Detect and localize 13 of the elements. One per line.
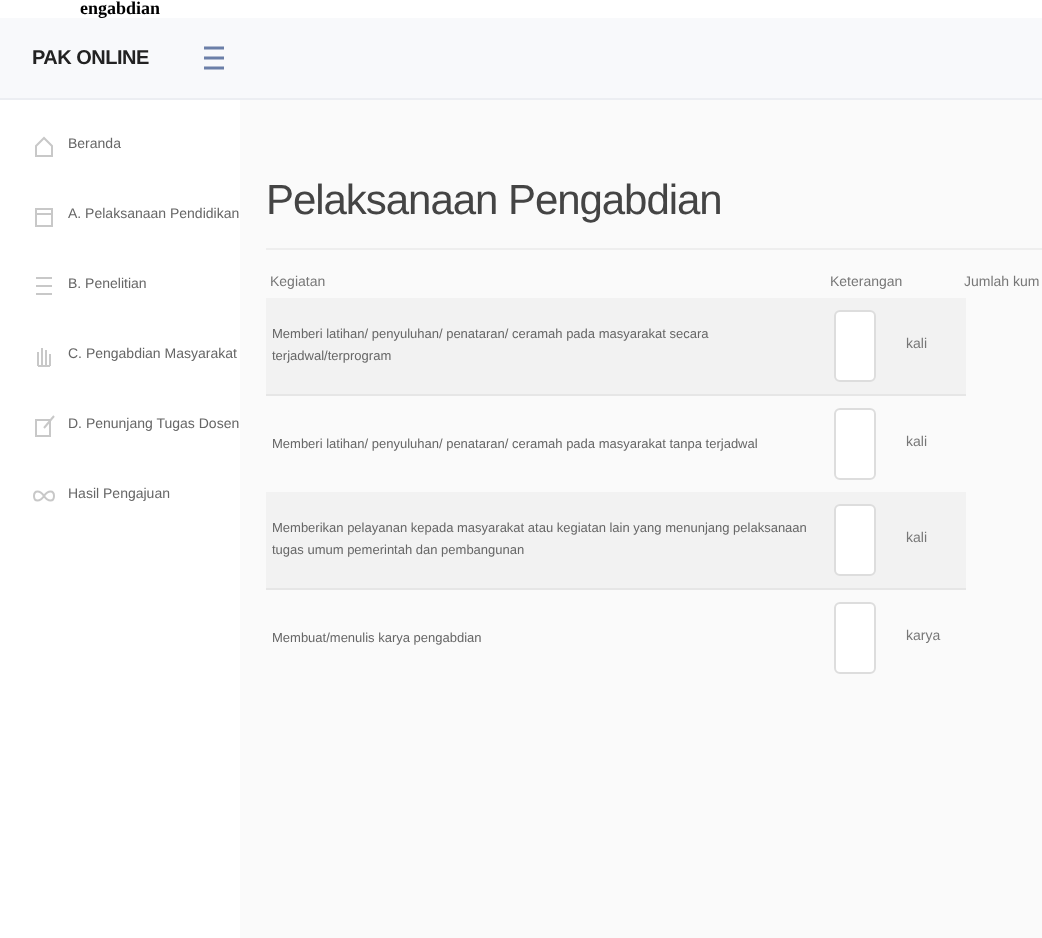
calendar-icon — [32, 204, 56, 228]
menu-icon[interactable] — [204, 46, 224, 70]
edit-icon — [32, 414, 56, 438]
input-field[interactable] — [834, 408, 876, 480]
input-field[interactable] — [834, 310, 876, 382]
input-field[interactable] — [834, 602, 876, 674]
heading-fragment: engabdian — [80, 0, 161, 18]
input-field[interactable] — [834, 504, 876, 576]
page-title: Pelaksanaan Pengabdian — [266, 176, 1042, 250]
hand-icon — [32, 344, 56, 368]
app-logo: PAK ONLINE — [32, 45, 151, 73]
home-icon — [32, 134, 56, 158]
list-icon — [32, 274, 56, 298]
